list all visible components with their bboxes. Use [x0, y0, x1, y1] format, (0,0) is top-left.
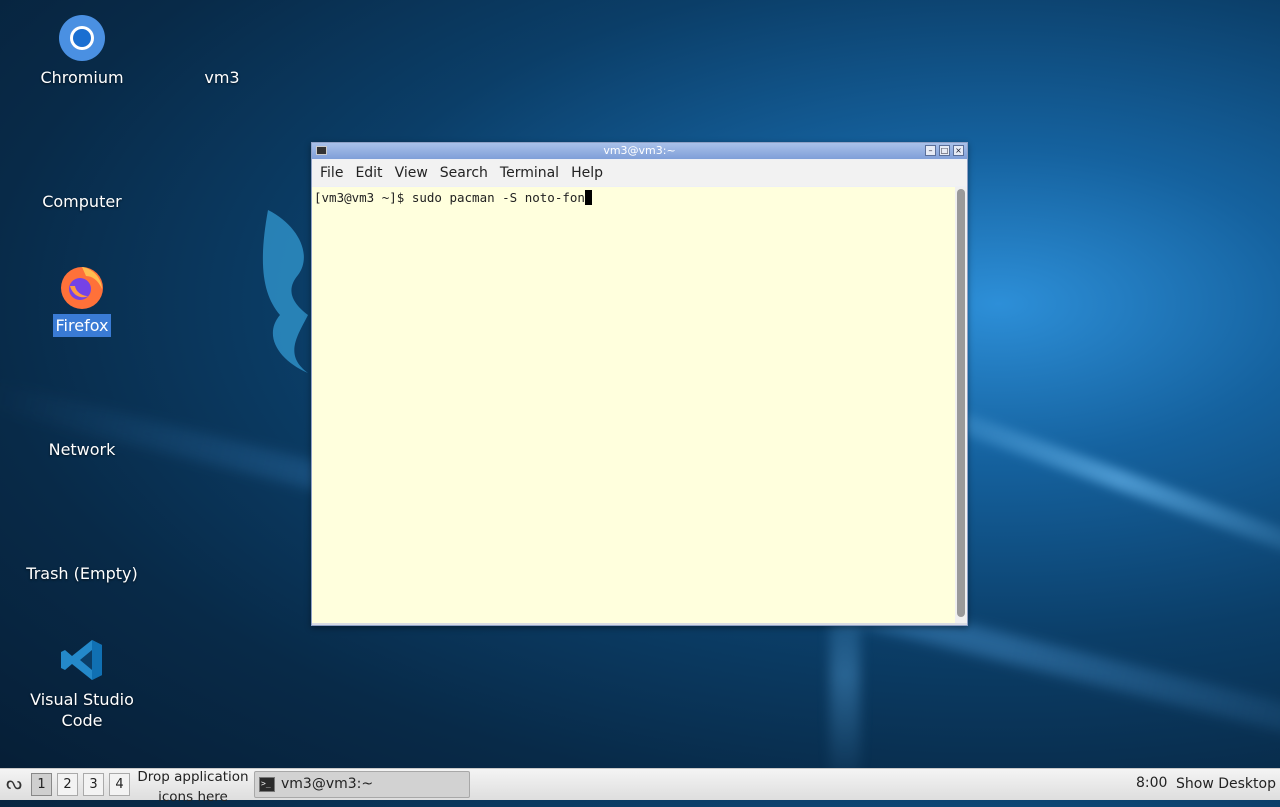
desktop-icon-vscode[interactable]: Visual Studio Code — [17, 636, 147, 732]
taskbar-item-terminal[interactable]: >_ vm3@vm3:~ — [254, 771, 470, 798]
computer-icon — [58, 138, 106, 186]
window-titlebar[interactable]: vm3@vm3:~ – □ × — [312, 143, 967, 159]
clock[interactable]: 8:00 — [1136, 775, 1167, 791]
window-title: vm3@vm3:~ — [603, 144, 676, 157]
home-folder-icon — [198, 14, 246, 62]
show-desktop-button[interactable]: Show Desktop — [1176, 776, 1276, 792]
menu-view[interactable]: View — [389, 160, 434, 186]
desktop-icon-firefox[interactable]: Firefox — [17, 262, 147, 337]
desktop-icon-vm3[interactable]: vm3 — [157, 14, 287, 89]
terminal-window[interactable]: vm3@vm3:~ – □ × File Edit View Search Te… — [311, 142, 968, 626]
desktop-icon-label: vm3 — [204, 68, 240, 87]
taskbar: ᔓ 1 2 3 4 Drop application icons here >_… — [0, 768, 1280, 805]
close-button[interactable]: × — [953, 145, 964, 156]
terminal-prompt: [vm3@vm3 ~]$ — [314, 190, 412, 205]
launcher-drop-zone[interactable]: Drop application icons here — [134, 767, 252, 807]
desktop-icon-label: Visual Studio Code — [30, 690, 134, 730]
desktop-icon-network[interactable]: Network — [17, 386, 147, 461]
trash-icon — [58, 510, 106, 558]
menu-file[interactable]: File — [314, 160, 349, 186]
vertical-scrollbar[interactable] — [955, 187, 967, 623]
window-bottom-border — [312, 623, 967, 625]
desktop-icon-label: Network — [48, 440, 116, 459]
workspace-2-button[interactable]: 2 — [57, 773, 78, 796]
desktop-icon-trash[interactable]: Trash (Empty) — [17, 510, 147, 585]
terminal-command: sudo pacman -S noto-fon — [411, 190, 585, 205]
desktop-icon-label: Trash (Empty) — [26, 564, 138, 583]
desktop-icon-label: Firefox — [52, 314, 112, 337]
terminal-icon: >_ — [259, 777, 275, 792]
desktop-icon-label: Chromium — [40, 68, 124, 87]
chromium-icon — [58, 14, 106, 62]
menu-edit[interactable]: Edit — [349, 160, 388, 186]
workspace-1-button[interactable]: 1 — [31, 773, 52, 796]
menu-bar: File Edit View Search Terminal Help — [312, 160, 967, 186]
taskbar-item-label: vm3@vm3:~ — [281, 776, 374, 792]
workspace-4-button[interactable]: 4 — [109, 773, 130, 796]
desktop-icon-chromium[interactable]: Chromium — [17, 14, 147, 89]
firefox-icon — [58, 262, 106, 310]
terminal-line: [vm3@vm3 ~]$ sudo pacman -S noto-fon — [314, 190, 592, 205]
vscode-icon — [58, 636, 106, 684]
workspace-3-button[interactable]: 3 — [83, 773, 104, 796]
app-menu-icon[interactable]: ᔓ — [3, 773, 25, 795]
menu-help[interactable]: Help — [565, 160, 609, 186]
terminal-output[interactable]: [vm3@vm3 ~]$ sudo pacman -S noto-fon — [312, 187, 955, 623]
desktop-icon-label: Computer — [42, 192, 122, 211]
maximize-button[interactable]: □ — [939, 145, 950, 156]
text-cursor — [584, 190, 592, 205]
desktop-icon-computer[interactable]: Computer — [17, 138, 147, 213]
wallpaper-logo-shape — [262, 210, 308, 373]
network-icon — [58, 386, 106, 434]
minimize-button[interactable]: – — [925, 145, 936, 156]
scrollbar-thumb[interactable] — [957, 189, 965, 617]
menu-terminal[interactable]: Terminal — [494, 160, 565, 186]
menu-search[interactable]: Search — [434, 160, 494, 186]
